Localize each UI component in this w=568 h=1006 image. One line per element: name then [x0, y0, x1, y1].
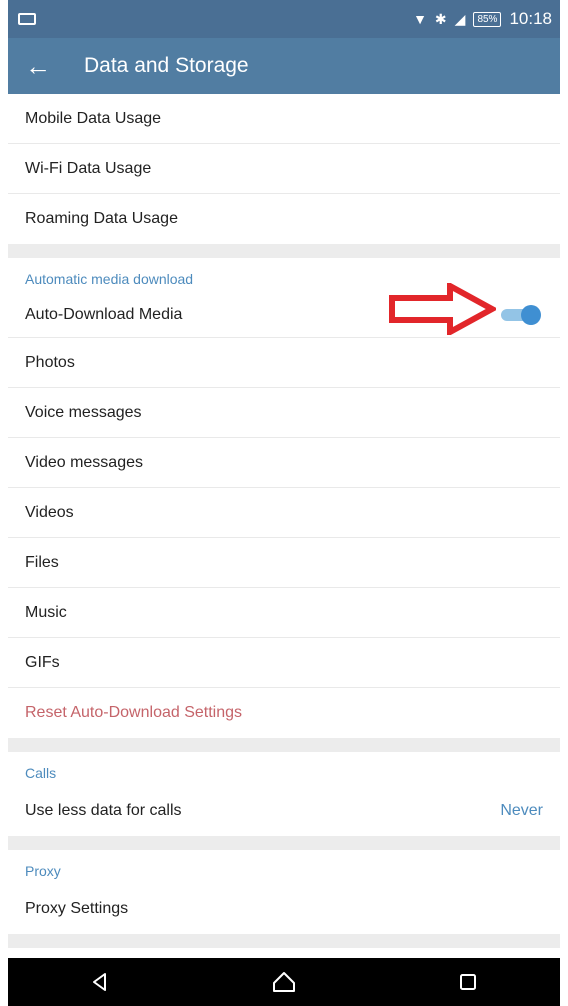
proxy-settings-row[interactable]: Proxy Settings: [8, 884, 560, 934]
recents-icon[interactable]: [438, 958, 498, 1006]
home-icon[interactable]: [254, 958, 314, 1006]
battery-level: 85%: [477, 13, 498, 25]
list-item-mobile-data-usage[interactable]: Mobile Data Usage: [8, 94, 560, 144]
section-divider: [8, 934, 560, 948]
list-item-wifi-data-usage[interactable]: Wi-Fi Data Usage: [8, 144, 560, 194]
list-item-label: Auto-Download Media: [25, 305, 183, 323]
list-item-voice-messages[interactable]: Voice messages: [8, 388, 560, 438]
list-item-label: Proxy Settings: [25, 900, 129, 917]
notification-icon: [18, 13, 36, 25]
section-header-proxy: Proxy: [25, 863, 61, 879]
back-triangle-icon[interactable]: [70, 958, 130, 1006]
list-item-label: Videos: [25, 503, 74, 521]
section-divider: [8, 836, 560, 850]
back-arrow-icon[interactable]: ←: [10, 38, 66, 94]
list-item-label: Roaming Data Usage: [25, 210, 178, 227]
list-item-videos[interactable]: Videos: [8, 488, 560, 538]
list-item-roaming-data-usage[interactable]: Roaming Data Usage: [8, 194, 560, 244]
list-item-label: Wi-Fi Data Usage: [25, 159, 152, 177]
list-item-label: Video messages: [25, 453, 143, 471]
auto-download-toggle[interactable]: [501, 304, 541, 325]
mail-icon: ▼: [413, 11, 427, 27]
bluetooth-icon: ✱: [434, 10, 447, 27]
list-item-files[interactable]: Files: [8, 538, 560, 588]
list-item-label: GIFs: [25, 653, 60, 671]
list-item-gifs[interactable]: GIFs: [8, 638, 560, 688]
phone-screen: ▼ ✱ ◢ 85% 10:18 ← Data and Storage Mobil…: [8, 0, 560, 1006]
reset-label: Reset Auto-Download Settings: [25, 704, 243, 721]
list-item-label: Voice messages: [25, 403, 142, 421]
navigation-bar: [8, 958, 560, 1006]
battery-icon: 85%: [473, 11, 502, 27]
list-item-video-messages[interactable]: Video messages: [8, 438, 560, 488]
section-divider: [8, 738, 560, 752]
list-item-label: Music: [25, 603, 67, 621]
use-less-data-value: Never: [500, 802, 543, 819]
red-arrow-icon: [389, 283, 496, 335]
signal-icon: ◢: [454, 10, 466, 27]
section-divider: [8, 244, 560, 258]
list-item-label: Photos: [25, 353, 75, 371]
status-bar: ▼ ✱ ◢ 85% 10:18: [8, 0, 560, 38]
section-header-calls: Calls: [25, 765, 57, 781]
list-item-photos[interactable]: Photos: [8, 338, 560, 388]
settings-list[interactable]: Mobile Data Usage Wi-Fi Data Usage Roami…: [8, 94, 560, 958]
list-item-label: Files: [25, 553, 59, 571]
status-icons: ▼ ✱ ◢ 85% 10:18: [413, 9, 552, 29]
list-item-label: Mobile Data Usage: [25, 109, 162, 127]
app-bar: ← Data and Storage: [8, 38, 560, 94]
page-title: Data and Storage: [84, 54, 249, 77]
reset-auto-download-button[interactable]: Reset Auto-Download Settings: [8, 688, 560, 738]
list-item-label: Use less data for calls: [25, 802, 182, 819]
clock: 10:18: [509, 9, 552, 28]
list-item-music[interactable]: Music: [8, 588, 560, 638]
use-less-data-row[interactable]: Use less data for calls Never: [8, 786, 560, 836]
toggle-thumb: [521, 304, 541, 325]
